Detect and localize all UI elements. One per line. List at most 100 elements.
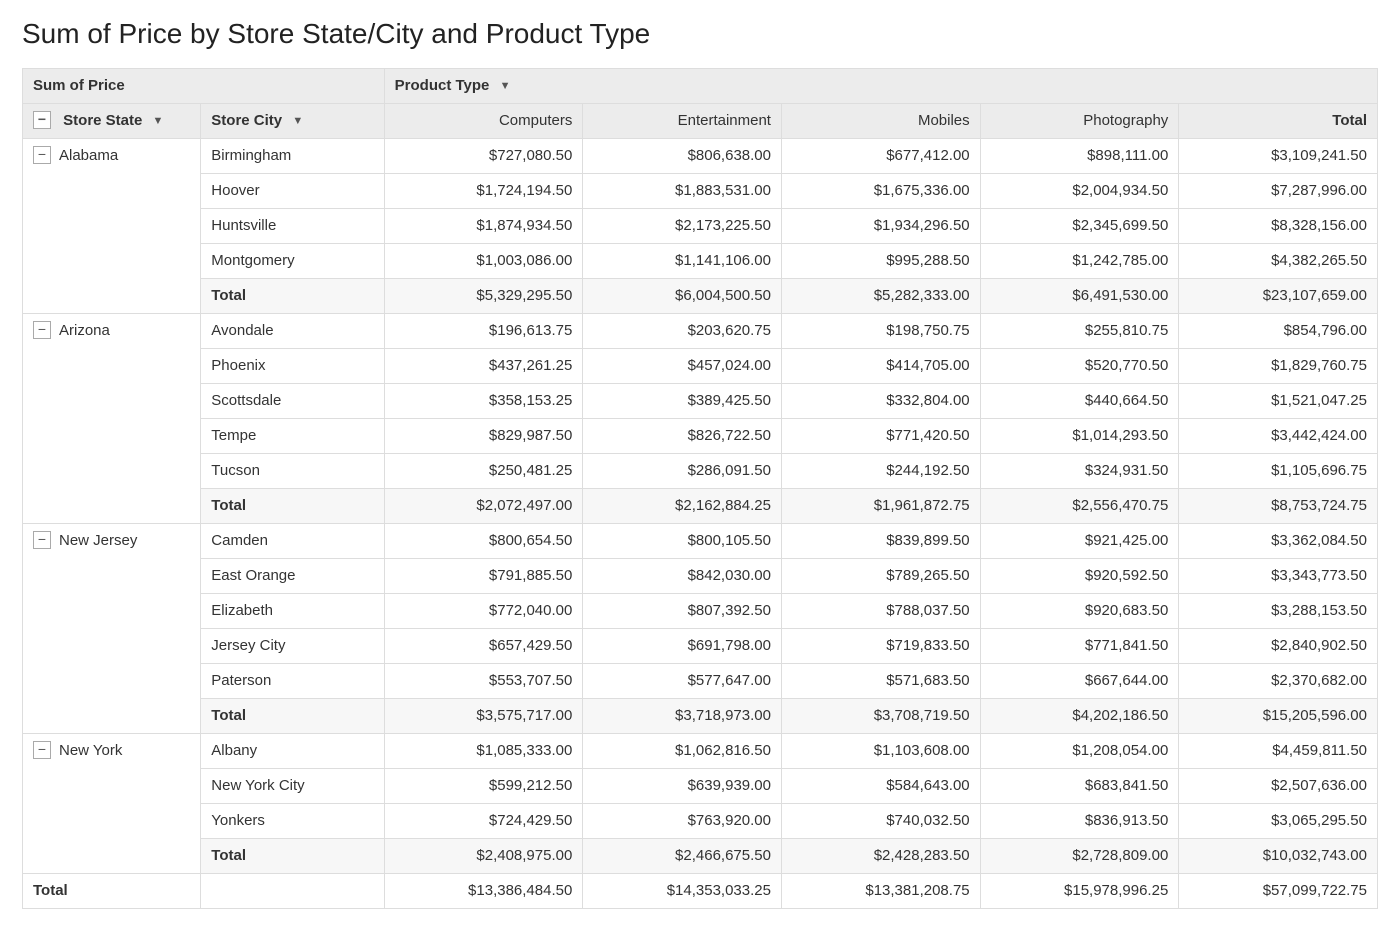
value-cell: $763,920.00 <box>583 804 782 839</box>
subtotal-value: $10,032,743.00 <box>1179 839 1378 874</box>
value-cell: $437,261.25 <box>384 349 583 384</box>
value-cell: $826,722.50 <box>583 419 782 454</box>
value-cell: $772,040.00 <box>384 594 583 629</box>
value-cell: $332,804.00 <box>781 384 980 419</box>
measure-header: Sum of Price <box>23 69 385 104</box>
value-cell: $255,810.75 <box>980 314 1179 349</box>
value-cell: $2,345,699.50 <box>980 209 1179 244</box>
city-cell[interactable]: Avondale <box>201 314 384 349</box>
grand-total-value: $14,353,033.25 <box>583 874 782 909</box>
city-cell[interactable]: Phoenix <box>201 349 384 384</box>
value-cell: $1,724,194.50 <box>384 174 583 209</box>
subtotal-row: Total$3,575,717.00$3,718,973.00$3,708,71… <box>23 699 1378 734</box>
collapse-all-icon[interactable]: − <box>33 111 51 129</box>
city-cell[interactable]: Montgomery <box>201 244 384 279</box>
table-row: −New YorkAlbany$1,085,333.00$1,062,816.5… <box>23 734 1378 769</box>
caret-down-icon: ▼ <box>292 110 303 132</box>
value-cell: $2,173,225.50 <box>583 209 782 244</box>
city-cell[interactable]: Elizabeth <box>201 594 384 629</box>
value-cell: $1,085,333.00 <box>384 734 583 769</box>
city-cell[interactable]: Paterson <box>201 664 384 699</box>
value-cell: $789,265.50 <box>781 559 980 594</box>
table-row: Paterson$553,707.50$577,647.00$571,683.5… <box>23 664 1378 699</box>
subtotal-row: Total$2,408,975.00$2,466,675.50$2,428,28… <box>23 839 1378 874</box>
subtotal-label: Total <box>201 839 384 874</box>
city-cell[interactable]: Birmingham <box>201 139 384 174</box>
value-cell: $829,987.50 <box>384 419 583 454</box>
value-cell: $244,192.50 <box>781 454 980 489</box>
column-header[interactable]: Photography <box>980 104 1179 139</box>
value-cell: $8,328,156.00 <box>1179 209 1378 244</box>
city-cell[interactable]: Yonkers <box>201 804 384 839</box>
value-cell: $3,109,241.50 <box>1179 139 1378 174</box>
state-cell[interactable]: −New York <box>23 734 201 874</box>
table-row: Phoenix$437,261.25$457,024.00$414,705.00… <box>23 349 1378 384</box>
value-cell: $198,750.75 <box>781 314 980 349</box>
city-cell[interactable]: Tucson <box>201 454 384 489</box>
subtotal-value: $5,329,295.50 <box>384 279 583 314</box>
value-cell: $4,459,811.50 <box>1179 734 1378 769</box>
column-total-header: Total <box>1179 104 1378 139</box>
row-field-state-header[interactable]: − Store State ▼ <box>23 104 201 139</box>
value-cell: $691,798.00 <box>583 629 782 664</box>
collapse-icon[interactable]: − <box>33 321 51 339</box>
subtotal-value: $2,556,470.75 <box>980 489 1179 524</box>
city-cell[interactable]: Huntsville <box>201 209 384 244</box>
state-cell[interactable]: −Arizona <box>23 314 201 524</box>
value-cell: $3,362,084.50 <box>1179 524 1378 559</box>
value-cell: $1,874,934.50 <box>384 209 583 244</box>
column-header[interactable]: Computers <box>384 104 583 139</box>
table-row: Scottsdale$358,153.25$389,425.50$332,804… <box>23 384 1378 419</box>
subtotal-row: Total$5,329,295.50$6,004,500.50$5,282,33… <box>23 279 1378 314</box>
city-cell[interactable]: New York City <box>201 769 384 804</box>
row-field-city-header[interactable]: Store City ▼ <box>201 104 384 139</box>
table-row: Tucson$250,481.25$286,091.50$244,192.50$… <box>23 454 1378 489</box>
subtotal-value: $2,728,809.00 <box>980 839 1179 874</box>
city-cell[interactable]: Scottsdale <box>201 384 384 419</box>
value-cell: $599,212.50 <box>384 769 583 804</box>
city-cell[interactable]: Camden <box>201 524 384 559</box>
subtotal-value: $4,202,186.50 <box>980 699 1179 734</box>
subtotal-value: $2,428,283.50 <box>781 839 980 874</box>
value-cell: $921,425.00 <box>980 524 1179 559</box>
state-label: New Jersey <box>59 532 137 549</box>
value-cell: $1,141,106.00 <box>583 244 782 279</box>
state-cell[interactable]: −Alabama <box>23 139 201 314</box>
city-cell[interactable]: East Orange <box>201 559 384 594</box>
value-cell: $1,883,531.00 <box>583 174 782 209</box>
value-cell: $1,062,816.50 <box>583 734 782 769</box>
city-cell[interactable]: Jersey City <box>201 629 384 664</box>
value-cell: $657,429.50 <box>384 629 583 664</box>
value-cell: $1,521,047.25 <box>1179 384 1378 419</box>
value-cell: $3,065,295.50 <box>1179 804 1378 839</box>
state-cell[interactable]: −New Jersey <box>23 524 201 734</box>
value-cell: $1,829,760.75 <box>1179 349 1378 384</box>
value-cell: $854,796.00 <box>1179 314 1378 349</box>
table-row: Hoover$1,724,194.50$1,883,531.00$1,675,3… <box>23 174 1378 209</box>
collapse-icon[interactable]: − <box>33 146 51 164</box>
subtotal-value: $15,205,596.00 <box>1179 699 1378 734</box>
value-cell: $457,024.00 <box>583 349 782 384</box>
subtotal-value: $6,491,530.00 <box>980 279 1179 314</box>
value-cell: $1,242,785.00 <box>980 244 1179 279</box>
value-cell: $898,111.00 <box>980 139 1179 174</box>
city-cell[interactable]: Albany <box>201 734 384 769</box>
city-cell[interactable]: Tempe <box>201 419 384 454</box>
column-header[interactable]: Entertainment <box>583 104 782 139</box>
city-cell[interactable]: Hoover <box>201 174 384 209</box>
column-header[interactable]: Mobiles <box>781 104 980 139</box>
value-cell: $4,382,265.50 <box>1179 244 1378 279</box>
value-cell: $639,939.00 <box>583 769 782 804</box>
subtotal-value: $23,107,659.00 <box>1179 279 1378 314</box>
collapse-icon[interactable]: − <box>33 531 51 549</box>
pivot-table: Sum of Price Product Type ▼ − Store Stat… <box>22 68 1378 909</box>
value-cell: $842,030.00 <box>583 559 782 594</box>
value-cell: $836,913.50 <box>980 804 1179 839</box>
subtotal-value: $2,162,884.25 <box>583 489 782 524</box>
collapse-icon[interactable]: − <box>33 741 51 759</box>
grand-total-spacer <box>201 874 384 909</box>
value-cell: $677,412.00 <box>781 139 980 174</box>
subtotal-value: $2,466,675.50 <box>583 839 782 874</box>
column-field-header[interactable]: Product Type ▼ <box>384 69 1377 104</box>
value-cell: $2,004,934.50 <box>980 174 1179 209</box>
